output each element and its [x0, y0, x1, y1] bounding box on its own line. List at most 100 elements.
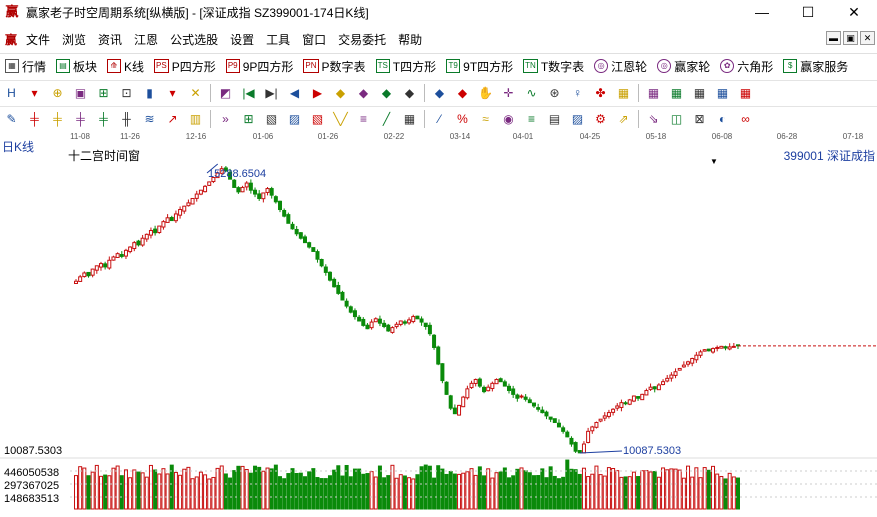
draw-tool-icon-25[interactable]: ⚙: [591, 109, 610, 128]
nav-tool-icon-30[interactable]: ▦: [713, 83, 732, 102]
nav-tool-icon-28[interactable]: ▦: [667, 83, 686, 102]
menu-trade[interactable]: 交易委托: [332, 31, 392, 48]
nav-tool-icon-13[interactable]: ▶: [308, 83, 327, 102]
draw-tool-icon-8[interactable]: ▥: [186, 109, 205, 128]
menu-info[interactable]: 资讯: [92, 31, 128, 48]
draw-tool-icon-30[interactable]: ◐: [713, 109, 732, 128]
mdi-close-button[interactable]: ✕: [860, 31, 875, 45]
nav-tool-icon-0[interactable]: H: [2, 83, 21, 102]
volume-bar: [273, 464, 278, 510]
menu-tools[interactable]: 工具: [260, 31, 296, 48]
candle: [606, 409, 611, 419]
nav-tool-icon-16[interactable]: ◆: [377, 83, 396, 102]
draw-tool-icon-2[interactable]: ╪: [48, 109, 67, 128]
draw-tool-icon-24[interactable]: ▨: [568, 109, 587, 128]
nav-tool-icon-10[interactable]: |◀: [239, 83, 258, 102]
minimize-button[interactable]: —: [739, 0, 785, 24]
menu-gann[interactable]: 江恩: [128, 31, 164, 48]
draw-tool-icon-19[interactable]: %: [453, 109, 472, 128]
nav-tool-icon-25[interactable]: ✤: [591, 83, 610, 102]
menu-settings[interactable]: 设置: [224, 31, 260, 48]
nav-tool-icon-27[interactable]: ▦: [644, 83, 663, 102]
menu-app-icon[interactable]: 赢: [2, 31, 20, 48]
draw-tool-icon-5[interactable]: ╫: [117, 109, 136, 128]
toolbar-p-square-button[interactable]: PS P四方形: [149, 58, 221, 75]
nav-tool-icon-7[interactable]: ▾: [163, 83, 182, 102]
toolbar-t-number-button[interactable]: TN T数字表: [518, 58, 589, 75]
menu-formula[interactable]: 公式选股: [164, 31, 224, 48]
draw-tool-icon-27[interactable]: ⇘: [644, 109, 663, 128]
draw-tool-icon-12[interactable]: ▨: [285, 109, 304, 128]
toolbar-9p-square-button[interactable]: P9 9P四方形: [221, 58, 299, 75]
maximize-button[interactable]: ☐: [785, 0, 831, 24]
toolbar-p-number-button[interactable]: PN P数字表: [298, 58, 370, 75]
draw-tool-icon-3[interactable]: ╪: [71, 109, 90, 128]
kline-chart[interactable]: 11-08 11-26 12-16 01-06 01-26 02-22 03-14 04-01…: [0, 131, 877, 517]
toolbar-kline-button[interactable]: ⟰ K线: [102, 58, 149, 75]
draw-tool-icon-15[interactable]: ≡: [354, 109, 373, 128]
nav-tool-icon-29[interactable]: ▦: [690, 83, 709, 102]
close-button[interactable]: ✕: [831, 0, 877, 24]
draw-tool-icon-31[interactable]: ∞: [736, 109, 755, 128]
toolbar-t-square-button[interactable]: TS T四方形: [371, 58, 442, 75]
nav-tool-icon-19[interactable]: ◆: [453, 83, 472, 102]
nav-tool-icon-14[interactable]: ◆: [331, 83, 350, 102]
draw-tool-icon-6[interactable]: ≋: [140, 109, 159, 128]
draw-tool-icon-23[interactable]: ▤: [545, 109, 564, 128]
nav-tool-icon-2[interactable]: ⊕: [48, 83, 67, 102]
nav-tool-icon-26[interactable]: ▦: [614, 83, 633, 102]
toolbar-hexagon-button[interactable]: ✿ 六角形: [715, 58, 778, 75]
toolbar-sector-button[interactable]: ▤ 板块: [51, 58, 102, 75]
draw-tool-icon-29[interactable]: ⊠: [690, 109, 709, 128]
nav-tool-icon-9[interactable]: ◩: [216, 83, 235, 102]
nav-tool-icon-11[interactable]: ▶|: [262, 83, 281, 102]
nav-tool-icon-31[interactable]: ▦: [736, 83, 755, 102]
draw-tool-icon-22[interactable]: ≡: [522, 109, 541, 128]
draw-tool-icon-20[interactable]: ≈: [476, 109, 495, 128]
draw-tool-icon-13[interactable]: ▧: [308, 109, 327, 128]
draw-tool-icon-7[interactable]: ↗: [163, 109, 182, 128]
draw-tool-icon-17[interactable]: ▦: [400, 109, 419, 128]
nav-tool-icon-20[interactable]: ✋: [476, 83, 495, 102]
toolbar-service-button[interactable]: $ 赢家服务: [778, 58, 853, 75]
nav-tool-icon-1[interactable]: ▾: [25, 83, 44, 102]
draw-tool-icon-9[interactable]: »: [216, 109, 235, 128]
draw-tool-icon-28[interactable]: ◫: [667, 109, 686, 128]
nav-tool-icon-15[interactable]: ◆: [354, 83, 373, 102]
toolbar-winner-wheel-button[interactable]: ◎ 赢家轮: [652, 58, 715, 75]
menu-window[interactable]: 窗口: [296, 31, 332, 48]
nav-tool-icon-21[interactable]: ✛: [499, 83, 518, 102]
nav-tool-icon-5[interactable]: ⊡: [117, 83, 136, 102]
toolbar-gann-wheel-button[interactable]: ◎ 江恩轮: [589, 58, 652, 75]
volume-bar: [711, 465, 716, 510]
nav-tool-icon-23[interactable]: ⊛: [545, 83, 564, 102]
menu-file[interactable]: 文件: [20, 31, 56, 48]
nav-tool-icon-3[interactable]: ▣: [71, 83, 90, 102]
draw-tool-icon-26[interactable]: ⇗: [614, 109, 633, 128]
nav-tool-icon-4[interactable]: ⊞: [94, 83, 113, 102]
draw-tool-icon-10[interactable]: ⊞: [239, 109, 258, 128]
candle: [702, 349, 707, 352]
nav-tool-icon-18[interactable]: ◆: [430, 83, 449, 102]
draw-tool-icon-14[interactable]: ╲╱: [331, 109, 350, 128]
toolbar-quotes-button[interactable]: ▦ 行情: [0, 58, 51, 75]
menu-help[interactable]: 帮助: [392, 31, 428, 48]
draw-tool-icon-16[interactable]: ╱: [377, 109, 396, 128]
draw-tool-icon-18[interactable]: ⁄: [430, 109, 449, 128]
toolbar-9t-square-button[interactable]: T9 9T四方形: [441, 58, 518, 75]
nav-tool-icon-12[interactable]: ◀: [285, 83, 304, 102]
nav-tool-icon-24[interactable]: ♀: [568, 83, 587, 102]
draw-tool-icon-0[interactable]: ✎: [2, 109, 21, 128]
mdi-restore-button[interactable]: ▣: [843, 31, 858, 45]
draw-tool-icon-11[interactable]: ▧: [262, 109, 281, 128]
menu-browse[interactable]: 浏览: [56, 31, 92, 48]
draw-tool-icon-4[interactable]: ╪: [94, 109, 113, 128]
candle: [128, 246, 133, 254]
nav-tool-icon-6[interactable]: ▮: [140, 83, 159, 102]
nav-tool-icon-8[interactable]: ✕: [186, 83, 205, 102]
draw-tool-icon-21[interactable]: ◉: [499, 109, 518, 128]
draw-tool-icon-1[interactable]: ╪: [25, 109, 44, 128]
mdi-minimize-button[interactable]: ▬: [826, 31, 841, 45]
nav-tool-icon-22[interactable]: ∿: [522, 83, 541, 102]
nav-tool-icon-17[interactable]: ◆: [400, 83, 419, 102]
